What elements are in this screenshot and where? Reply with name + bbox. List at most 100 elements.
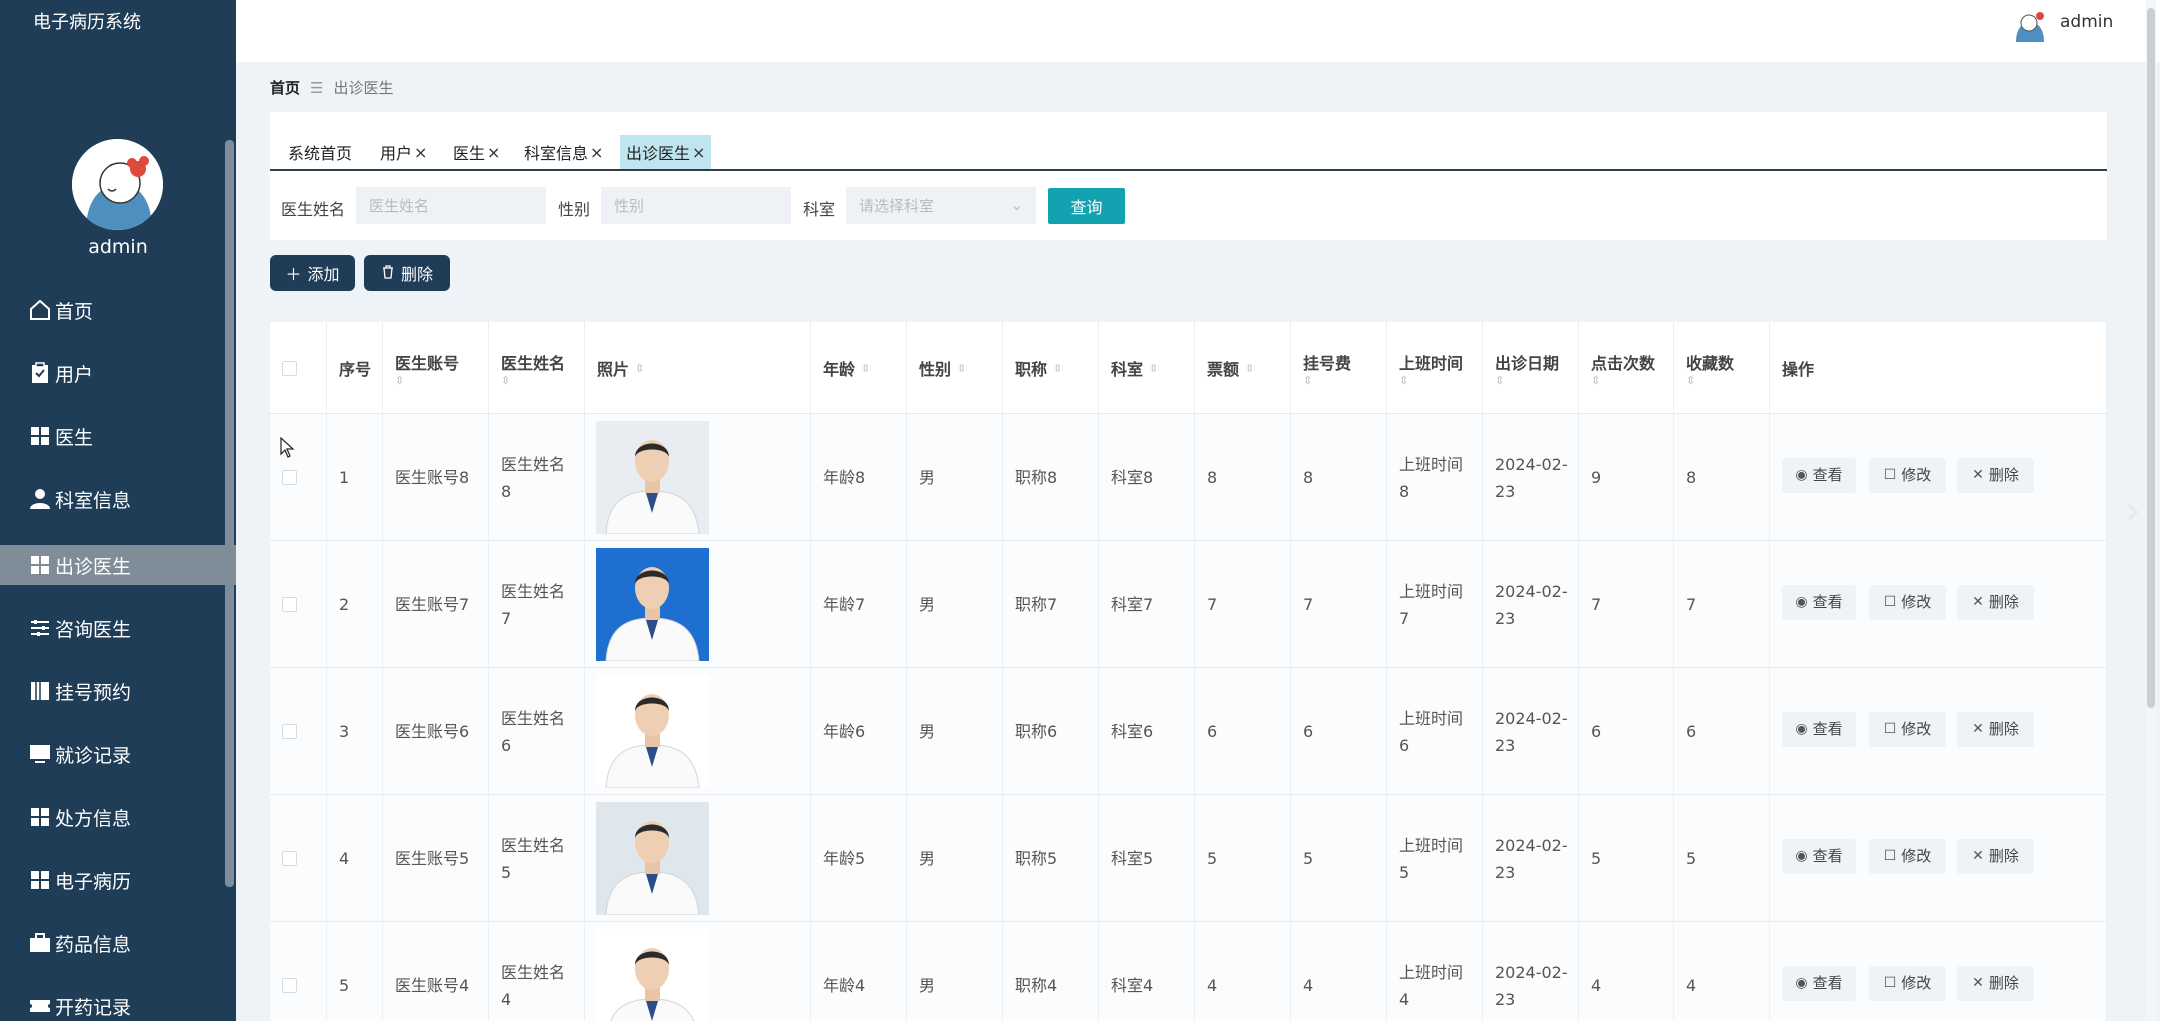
close-icon[interactable]: × (487, 143, 500, 162)
cell-clicks: 4 (1579, 922, 1674, 1021)
sort-icon[interactable]: ⇳ (635, 362, 644, 375)
edit-button[interactable]: ☐ 修改 (1869, 458, 1946, 493)
doctor-photo[interactable] (596, 421, 709, 534)
column-header-worktime[interactable]: 上班时间 ⇳ (1387, 322, 1483, 414)
sort-icon[interactable]: ⇳ (1399, 374, 1482, 387)
sort-icon[interactable]: ⇳ (1149, 362, 1158, 375)
sort-icon[interactable]: ⇳ (1495, 374, 1578, 387)
cell-dept: 科室7 (1099, 541, 1195, 668)
edit-button[interactable]: ☐ 修改 (1869, 839, 1946, 874)
sidebar-item[interactable]: 就诊记录 (0, 734, 236, 774)
tab[interactable]: 用户 × (374, 135, 433, 169)
column-header-fee[interactable]: 挂号费 ⇳ (1291, 322, 1387, 414)
sidebar-item[interactable]: 处方信息 (0, 797, 236, 837)
top-username[interactable]: admin (2060, 12, 2113, 32)
clipboard-icon (27, 360, 53, 386)
delete-button-label: 删除 (1988, 974, 2019, 992)
doctor-photo[interactable] (596, 929, 709, 1021)
sidebar-item[interactable]: 挂号预约 (0, 671, 236, 711)
user-avatar-icon[interactable] (2013, 8, 2047, 42)
sidebar-item[interactable]: 电子病历 (0, 860, 236, 900)
sidebar-item[interactable]: 药品信息 (0, 923, 236, 963)
column-header-label: 操作 (1782, 360, 1815, 379)
tab[interactable]: 医生 × (447, 135, 506, 169)
row-delete-button[interactable]: ✕ 删除 (1957, 458, 2034, 493)
column-header-favs[interactable]: 收藏数 ⇳ (1674, 322, 1770, 414)
column-header-ticket[interactable]: 票额 ⇳ (1195, 322, 1291, 414)
chevron-right-icon[interactable]: › (2125, 488, 2141, 534)
sidebar-item[interactable]: 咨询医生 (0, 608, 236, 648)
view-button[interactable]: ◉ 查看 (1782, 712, 1856, 747)
tab[interactable]: 出诊医生 × (620, 135, 712, 169)
row-checkbox[interactable] (282, 724, 297, 739)
tab-label: 出诊医生 (626, 144, 691, 163)
close-icon[interactable]: × (590, 143, 603, 162)
delete-button[interactable]: 删除 (364, 255, 450, 291)
breadcrumb-home[interactable]: 首页 (270, 77, 300, 98)
edit-button[interactable]: ☐ 修改 (1869, 966, 1946, 1001)
gender-input[interactable]: 性别 (601, 187, 791, 224)
close-icon[interactable]: × (414, 143, 427, 162)
doctor-photo[interactable] (596, 548, 709, 661)
edit-button-label: 修改 (1901, 847, 1932, 865)
sort-icon[interactable]: ⇳ (1053, 362, 1062, 375)
query-button[interactable]: 查询 (1048, 188, 1125, 224)
sort-icon[interactable]: ⇳ (861, 362, 870, 375)
doctor-photo[interactable] (596, 802, 709, 915)
view-button[interactable]: ◉ 查看 (1782, 839, 1856, 874)
cell-text-dept: 科室8 (1111, 468, 1154, 487)
add-button[interactable]: ＋ 添加 (270, 255, 355, 291)
doctor-photo[interactable] (596, 675, 709, 788)
sort-icon[interactable]: ⇳ (1591, 374, 1673, 387)
column-header-gender[interactable]: 性别 ⇳ (907, 322, 1003, 414)
row-checkbox[interactable] (282, 851, 297, 866)
sort-icon[interactable]: ⇳ (1686, 374, 1769, 387)
column-header-age[interactable]: 年龄 ⇳ (811, 322, 907, 414)
tab[interactable]: 系统首页 (282, 135, 358, 169)
worktime-text: 上班时间 (1399, 962, 1464, 982)
row-checkbox[interactable] (282, 597, 297, 612)
view-button[interactable]: ◉ 查看 (1782, 458, 1856, 493)
row-checkbox[interactable] (282, 470, 297, 485)
edit-button[interactable]: ☐ 修改 (1869, 712, 1946, 747)
dept-select[interactable]: 请选择科室 ⌄ (846, 187, 1036, 224)
column-header-photo[interactable]: 照片 ⇳ (585, 322, 811, 414)
sidebar-item[interactable]: 开药记录 (0, 986, 236, 1021)
edit-button[interactable]: ☐ 修改 (1869, 585, 1946, 620)
sort-icon[interactable]: ⇳ (957, 362, 966, 375)
row-delete-button[interactable]: ✕ 删除 (1957, 712, 2034, 747)
sort-icon[interactable]: ⇳ (501, 374, 584, 387)
sidebar-item[interactable]: 首页 (0, 290, 236, 330)
sidebar-item[interactable]: 出诊医生 (0, 545, 236, 585)
view-button[interactable]: ◉ 查看 (1782, 966, 1856, 1001)
page-scrollbar-thumb[interactable] (2147, 8, 2155, 708)
sort-icon[interactable]: ⇳ (1245, 362, 1254, 375)
row-delete-button[interactable]: ✕ 删除 (1957, 839, 2034, 874)
sidebar-item[interactable]: 医生 (0, 416, 236, 456)
row-checkbox[interactable] (282, 978, 297, 993)
page-scrollbar[interactable] (2146, 0, 2156, 1021)
column-header-name[interactable]: 医生姓名 ⇳ (489, 322, 585, 414)
column-header-date[interactable]: 出诊日期 ⇳ (1483, 322, 1579, 414)
sidebar-item[interactable]: 用户 (0, 353, 236, 393)
row-delete-button[interactable]: ✕ 删除 (1957, 966, 2034, 1001)
sidebar-item-label: 咨询医生 (55, 618, 132, 641)
sort-icon[interactable]: ⇳ (395, 374, 488, 387)
view-button[interactable]: ◉ 查看 (1782, 585, 1856, 620)
column-header-clicks[interactable]: 点击次数 ⇳ (1579, 322, 1674, 414)
tab[interactable]: 科室信息 × (518, 135, 609, 169)
view-button-label: 查看 (1812, 974, 1843, 992)
cell-text-account: 医生账号5 (395, 849, 470, 868)
sort-icon[interactable]: ⇳ (1303, 374, 1386, 387)
cell-photo (585, 922, 811, 1021)
column-header-account[interactable]: 医生账号 ⇳ (383, 322, 489, 414)
column-header-dept[interactable]: 科室 ⇳ (1099, 322, 1195, 414)
doctor-name-input[interactable]: 医生姓名 (356, 187, 546, 224)
select-all-checkbox[interactable] (282, 360, 297, 376)
column-header-title[interactable]: 职称 ⇳ (1003, 322, 1099, 414)
close-icon[interactable]: × (692, 143, 705, 162)
sidebar-item[interactable]: 科室信息 (0, 479, 236, 519)
row-delete-button[interactable]: ✕ 删除 (1957, 585, 2034, 620)
avatar-icon (72, 139, 163, 230)
column-header-label: 票额 (1207, 360, 1240, 379)
